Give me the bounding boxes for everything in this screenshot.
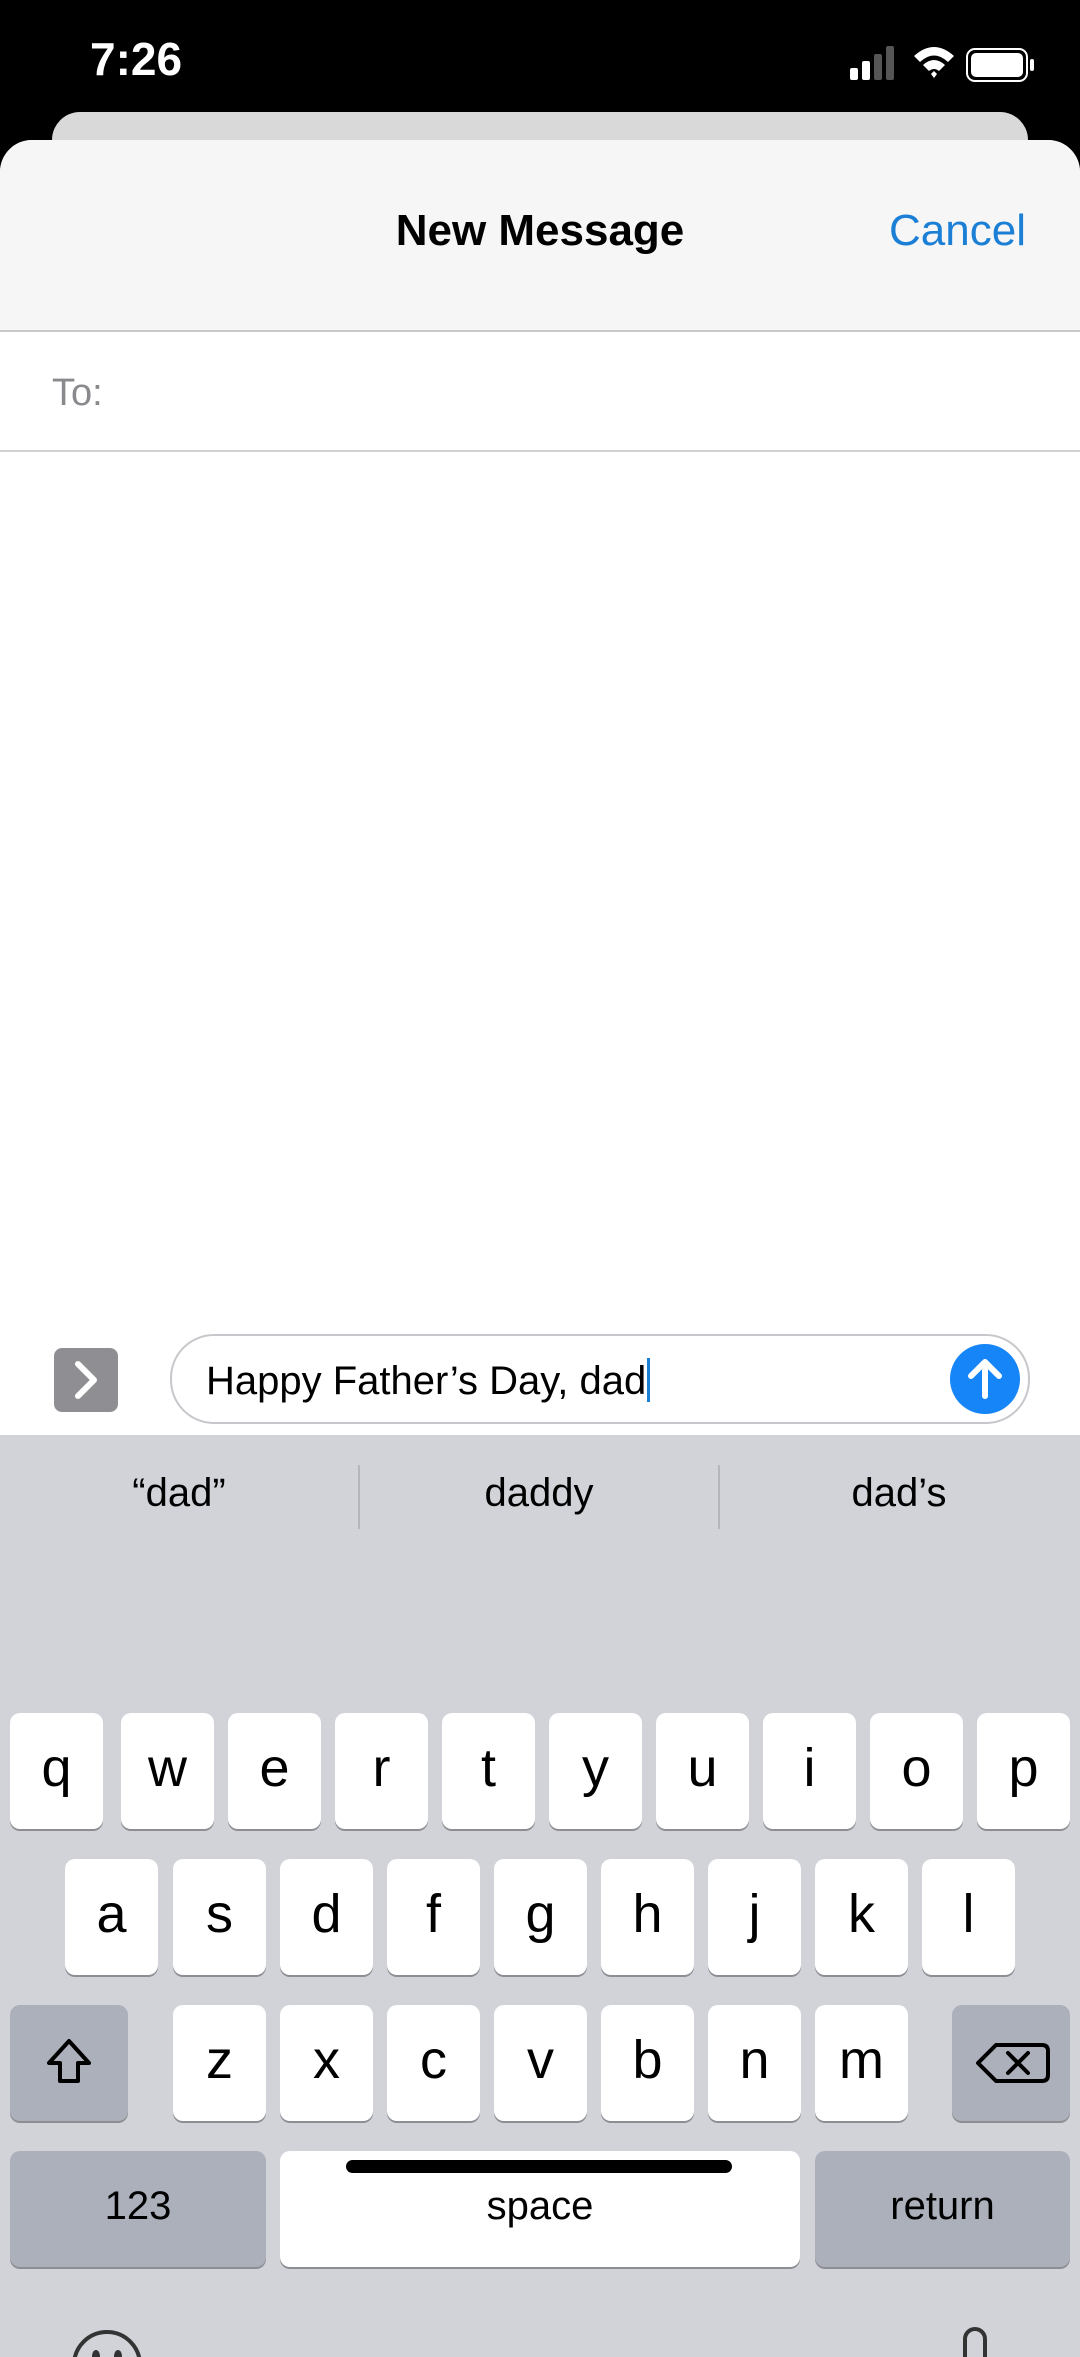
key-e[interactable]: e [228, 1713, 321, 1829]
key-n[interactable]: n [708, 2005, 801, 2121]
shift-key[interactable] [10, 2005, 128, 2121]
key-q[interactable]: q [10, 1713, 103, 1829]
key-s[interactable]: s [173, 1859, 266, 1975]
recipient-input[interactable] [130, 350, 1034, 432]
microphone-icon[interactable] [945, 2325, 1005, 2357]
key-g[interactable]: g [494, 1859, 587, 1975]
key-u[interactable]: u [656, 1713, 749, 1829]
sheet-header: New Message Cancel [0, 140, 1080, 332]
key-k[interactable]: k [815, 1859, 908, 1975]
keyboard: “dad” daddy dad’s q w e r t y u i o p a … [0, 1435, 1080, 2357]
key-d[interactable]: d [280, 1859, 373, 1975]
recipient-row: To: [0, 332, 1080, 452]
apps-button[interactable] [54, 1348, 118, 1412]
shift-icon [47, 2039, 91, 2083]
text-caret [647, 1358, 651, 1402]
delete-icon [976, 2043, 1050, 2083]
message-field[interactable]: Happy Father’s Day, dad [170, 1334, 1030, 1424]
home-indicator [346, 2160, 732, 2173]
key-t[interactable]: t [442, 1713, 535, 1829]
to-label: To: [52, 372, 103, 414]
key-v[interactable]: v [494, 2005, 587, 2121]
battery-icon [966, 48, 1034, 82]
key-z[interactable]: z [173, 2005, 266, 2121]
key-j[interactable]: j [708, 1859, 801, 1975]
status-time: 7:26 [90, 33, 183, 85]
send-button[interactable] [950, 1344, 1020, 1414]
key-o[interactable]: o [870, 1713, 963, 1829]
key-r[interactable]: r [335, 1713, 428, 1829]
return-key[interactable]: return [815, 2151, 1070, 2267]
numbers-key[interactable]: 123 [10, 2151, 266, 2267]
new-message-sheet: New Message Cancel To: Happy Father’s Da… [0, 140, 1080, 2357]
wifi-icon [914, 47, 954, 78]
key-b[interactable]: b [601, 2005, 694, 2121]
key-a[interactable]: a [65, 1859, 158, 1975]
suggestion-3[interactable]: dad’s [720, 1453, 1078, 1533]
key-w[interactable]: w [121, 1713, 214, 1829]
key-l[interactable]: l [922, 1859, 1015, 1975]
key-m[interactable]: m [815, 2005, 908, 2121]
key-h[interactable]: h [601, 1859, 694, 1975]
send-arrow-icon [968, 1359, 1002, 1399]
cancel-button[interactable]: Cancel [889, 206, 1026, 256]
suggestion-2[interactable]: daddy [360, 1453, 718, 1533]
suggestion-1[interactable]: “dad” [0, 1453, 358, 1533]
delete-key[interactable] [952, 2005, 1070, 2121]
signal-icon [850, 46, 894, 80]
apps-chevron-icon [75, 1361, 97, 1399]
message-text: Happy Father’s Day, dad [206, 1359, 647, 1403]
key-x[interactable]: x [280, 2005, 373, 2121]
key-p[interactable]: p [977, 1713, 1070, 1829]
key-i[interactable]: i [763, 1713, 856, 1829]
message-text-wrap: Happy Father’s Day, dad [206, 1358, 651, 1404]
key-c[interactable]: c [387, 2005, 480, 2121]
key-y[interactable]: y [549, 1713, 642, 1829]
emoji-icon[interactable] [70, 2328, 144, 2357]
key-f[interactable]: f [387, 1859, 480, 1975]
